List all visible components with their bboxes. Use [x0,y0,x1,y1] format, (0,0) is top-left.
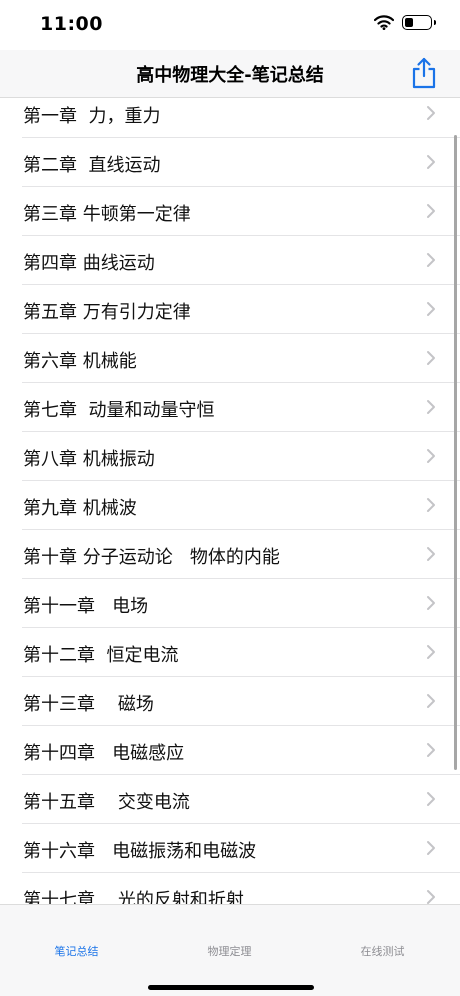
list-item-label: 第五章 万有引力定律 [23,302,191,323]
tab-bar: 笔记总结 物理定理 在线测试 [0,904,460,996]
list-item[interactable]: 第十四章 电磁感应 [22,726,460,775]
chevron-right-icon [427,498,435,512]
list-item[interactable]: 第十章 分子运动论 物体的内能 [22,530,460,579]
page-title: 高中物理大全-笔记总结 [136,65,324,86]
list-item-label: 第九章 机械波 [23,498,137,519]
chevron-right-icon [427,204,435,218]
list-item-label: 第十四章 电磁感应 [23,743,185,764]
list-item[interactable]: 第一章 力，重力 [22,99,460,138]
list-item-label: 第六章 机械能 [23,351,137,372]
chevron-right-icon [427,694,435,708]
list-item-label: 第七章 动量和动量守恒 [23,400,215,421]
list-item[interactable]: 第六章 机械能 [22,334,460,383]
list-item[interactable]: 第十二章 恒定电流 [22,628,460,677]
list-item-label: 第十二章 恒定电流 [23,645,179,666]
list-item-label: 第十五章 交变电流 [23,792,190,813]
status-bar: 11:00 [0,0,460,50]
share-icon[interactable] [410,56,438,90]
list-item-label: 第十章 分子运动论 物体的内能 [23,547,280,568]
chevron-right-icon [427,890,435,904]
chevron-right-icon [427,253,435,267]
list-item-label: 第十六章 电磁振荡和电磁波 [23,841,257,862]
chevron-right-icon [427,645,435,659]
list-item[interactable]: 第十五章 交变电流 [22,775,460,824]
list-item[interactable]: 第七章 动量和动量守恒 [22,383,460,432]
chevron-right-icon [427,841,435,855]
list-item-label: 第三章 牛顿第一定律 [23,204,191,225]
chevron-right-icon [427,547,435,561]
list-item[interactable]: 第三章 牛顿第一定律 [22,187,460,236]
chevron-right-icon [427,596,435,610]
chevron-right-icon [427,792,435,806]
list-item[interactable]: 第九章 机械波 [22,481,460,530]
tab-theorems[interactable]: 物理定理 [153,943,306,959]
battery-cap [434,20,436,25]
nav-bar: 高中物理大全-笔记总结 [0,50,460,98]
chevron-right-icon [427,106,435,120]
list-item-label: 第二章 直线运动 [23,155,161,176]
list-item[interactable]: 第二章 直线运动 [22,138,460,187]
tab-online-test[interactable]: 在线测试 [306,943,459,959]
list-item[interactable]: 第十七章 光的反射和折射 [22,873,460,904]
home-indicator [148,985,314,990]
list-item-label: 第十七章 光的反射和折射 [23,890,244,904]
chevron-right-icon [427,400,435,414]
chapter-list-content: 第一章 力，重力 第二章 直线运动第三章 牛顿第一定律 第四章 曲线运动第五章 万有… [0,99,460,904]
chapter-list[interactable]: 第一章 力，重力 第二章 直线运动第三章 牛顿第一定律 第四章 曲线运动第五章 万有… [0,99,460,904]
chevron-right-icon [427,155,435,169]
battery-fill [405,18,414,27]
tab-notes[interactable]: 笔记总结 [0,943,153,959]
list-item-label: 第一章 力，重力 [23,106,161,127]
status-icons [374,15,436,30]
list-item[interactable]: 第五章 万有引力定律 [22,285,460,334]
list-item[interactable]: 第十一章 电场 [22,579,460,628]
battery-icon [402,15,436,30]
list-item[interactable]: 第十六章 电磁振荡和电磁波 [22,824,460,873]
wifi-icon [374,15,394,30]
list-item-label: 第四章 曲线运动 [23,253,155,274]
chevron-right-icon [427,302,435,316]
list-item-label: 第八章 机械振动 [23,449,155,470]
list-item[interactable]: 第八章 机械振动 [22,432,460,481]
chevron-right-icon [427,449,435,463]
list-item[interactable]: 第四章 曲线运动 [22,236,460,285]
list-item-label: 第十一章 电场 [23,596,149,617]
list-item[interactable]: 第十三章 磁场 [22,677,460,726]
status-time: 11:00 [40,13,103,35]
scroll-indicator [454,135,457,770]
chevron-right-icon [427,351,435,365]
chevron-right-icon [427,743,435,757]
list-item-label: 第十三章 磁场 [23,694,154,715]
